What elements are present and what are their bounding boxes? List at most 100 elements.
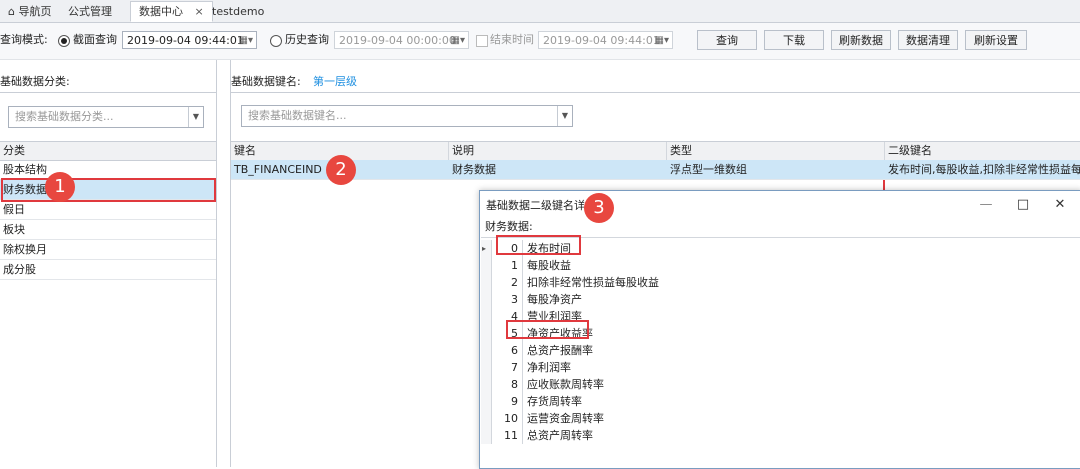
close-icon[interactable]: × [195,5,204,18]
row-value: 运营资金周转率 [527,412,604,425]
calendar-icon[interactable]: ▦▾ [451,32,465,50]
category-panel: 基础数据分类: 搜索基础数据分类... ▼ 分类 股本结构 财务数据 假日 板块… [0,60,217,467]
row-index: 6 [491,342,523,359]
tab-data-center[interactable]: 数据中心 × [130,1,213,22]
chevron-down-icon[interactable]: ▼ [557,106,572,126]
step-badge: 2 [326,155,356,185]
list-item[interactable]: 11 总资产周转率 [481,427,1080,444]
query-mode-label: 查询模式: [0,33,48,46]
history-label: 历史查询 [285,33,329,46]
category-grid-header: 分类 [0,142,216,161]
list-item[interactable]: 除权换月 [0,240,216,260]
row-value: 总资产报酬率 [527,344,593,357]
data-cleanup-button[interactable]: 数据清理 [898,30,958,50]
row-value: 存货周转率 [527,395,582,408]
cell-subkey: 发布时间,每股收益,扣除非经常性损益每股收益 [888,163,1080,176]
list-item[interactable]: 3 每股净资产 [481,291,1080,308]
current-row-icon: ▸ [482,244,487,253]
datetime-value: 2019-09-04 09:44:01 [127,34,244,47]
list-item[interactable]: 成分股 [0,260,216,280]
level-link[interactable]: 第一层级 [313,73,357,89]
maximize-icon[interactable]: □ [1013,195,1033,215]
list-item[interactable]: 10 运营资金周转率 [481,410,1080,427]
category-search-input[interactable]: 搜索基础数据分类... ▼ [8,106,204,128]
key-search-input[interactable]: 搜索基础数据键名... ▼ [241,105,573,127]
column-header-desc[interactable]: 说明 [449,142,667,160]
list-item[interactable]: 板块 [0,220,216,240]
row-index: 11 [491,427,523,444]
calendar-icon[interactable]: ▦▾ [655,32,669,50]
query-toolbar: 查询模式: 截面查询 2019-09-04 09:44:01 ▦▾ 历史查询 2… [0,23,1080,60]
history-radio[interactable] [270,35,282,47]
cell-desc: 财务数据 [452,163,496,176]
column-header-subkey[interactable]: 二级键名 [885,142,1080,160]
history-end-datetime[interactable]: 2019-09-04 09:44:01 ▦▾ [538,31,673,49]
key-search-area: 搜索基础数据键名... ▼ [231,92,1080,142]
refresh-settings-button[interactable]: 刷新设置 [965,30,1027,50]
list-item[interactable]: 6 总资产报酬率 [481,342,1080,359]
snapshot-label: 截面查询 [73,33,117,46]
row-index: 1 [491,257,523,274]
row-value: 扣除非经常性损益每股收益 [527,276,659,289]
list-item[interactable]: 假日 [0,200,216,220]
home-icon: ⌂ [8,5,15,18]
tab-bar: ⌂ 导航页 公式管理 数据中心 × testdemo [0,0,1080,23]
highlight-box [1,178,216,202]
datetime-value: 2019-09-04 00:00:00 [339,34,456,47]
dialog-titlebar[interactable]: 基础数据二级键名详情 — □ ✕ [480,191,1080,219]
row-value: 每股收益 [527,259,571,272]
list-item[interactable]: 股本结构 [0,160,216,180]
row-index: 2 [491,274,523,291]
dialog-subtitle: 财务数据: [485,220,533,233]
tab-label: 数据中心 [139,5,183,18]
step-badge: 3 [584,193,614,223]
highlight-box [496,235,581,255]
search-placeholder: 搜索基础数据键名... [248,109,347,122]
list-item[interactable]: 9 存货周转率 [481,393,1080,410]
table-row[interactable]: TB_FINANCEIND 财务数据 浮点型一维数组 发布时间,每股收益,扣除非… [231,160,1080,180]
key-grid-header: 键名 说明 类型 二级键名 [231,142,1080,161]
calendar-icon[interactable]: ▦▾ [239,32,253,50]
highlight-box [506,320,589,339]
row-index: 3 [491,291,523,308]
tab-label: testdemo [212,5,265,18]
list-item[interactable]: 2 扣除非经常性损益每股收益 [481,274,1080,291]
row-index: 8 [491,376,523,393]
column-header-type[interactable]: 类型 [667,142,885,160]
row-index: 9 [491,393,523,410]
category-search-area: 搜索基础数据分类... ▼ [0,92,216,142]
datetime-value: 2019-09-04 09:44:01 [543,34,660,47]
row-index: 7 [491,359,523,376]
query-button[interactable]: 查询 [697,30,757,50]
list-item[interactable]: 8 应收账款周转率 [481,376,1080,393]
row-index: 10 [491,410,523,427]
chevron-down-icon[interactable]: ▼ [188,107,203,127]
tab-label: 公式管理 [68,5,112,18]
tab-formula[interactable]: 公式管理 [60,2,120,21]
download-button[interactable]: 下载 [764,30,824,50]
tab-testdemo[interactable]: testdemo [204,2,272,21]
minimize-icon[interactable]: — [976,195,996,215]
dialog-title: 基础数据二级键名详情 [486,199,596,212]
step-badge: 1 [45,172,75,202]
snapshot-datetime[interactable]: 2019-09-04 09:44:01 ▦▾ [122,31,257,49]
subkey-list: ▸ 0 发布时间 1 每股收益 2 扣除非经常性损益每股收益 3 每股净资产 4 营业利… [481,237,1080,469]
list-item[interactable]: 1 每股收益 [481,257,1080,274]
row-value: 净利润率 [527,361,571,374]
row-value: 总资产周转率 [527,429,593,442]
end-time-checkbox[interactable] [476,35,488,47]
list-item[interactable]: 7 净利润率 [481,359,1080,376]
category-column-header[interactable]: 分类 [0,142,216,160]
refresh-data-button[interactable]: 刷新数据 [831,30,891,50]
end-time-label: 结束时间 [490,33,534,46]
tab-home[interactable]: ⌂ 导航页 [0,2,59,21]
row-value: 每股净资产 [527,293,582,306]
search-placeholder: 搜索基础数据分类... [15,110,114,123]
category-section-label: 基础数据分类: [0,75,70,88]
tab-label: 导航页 [18,5,52,18]
history-start-datetime[interactable]: 2019-09-04 00:00:00 ▦▾ [334,31,469,49]
cell-type: 浮点型一维数组 [670,163,747,176]
snapshot-radio[interactable] [58,35,70,47]
key-section-label: 基础数据键名: [231,75,301,88]
close-icon[interactable]: ✕ [1050,195,1070,215]
